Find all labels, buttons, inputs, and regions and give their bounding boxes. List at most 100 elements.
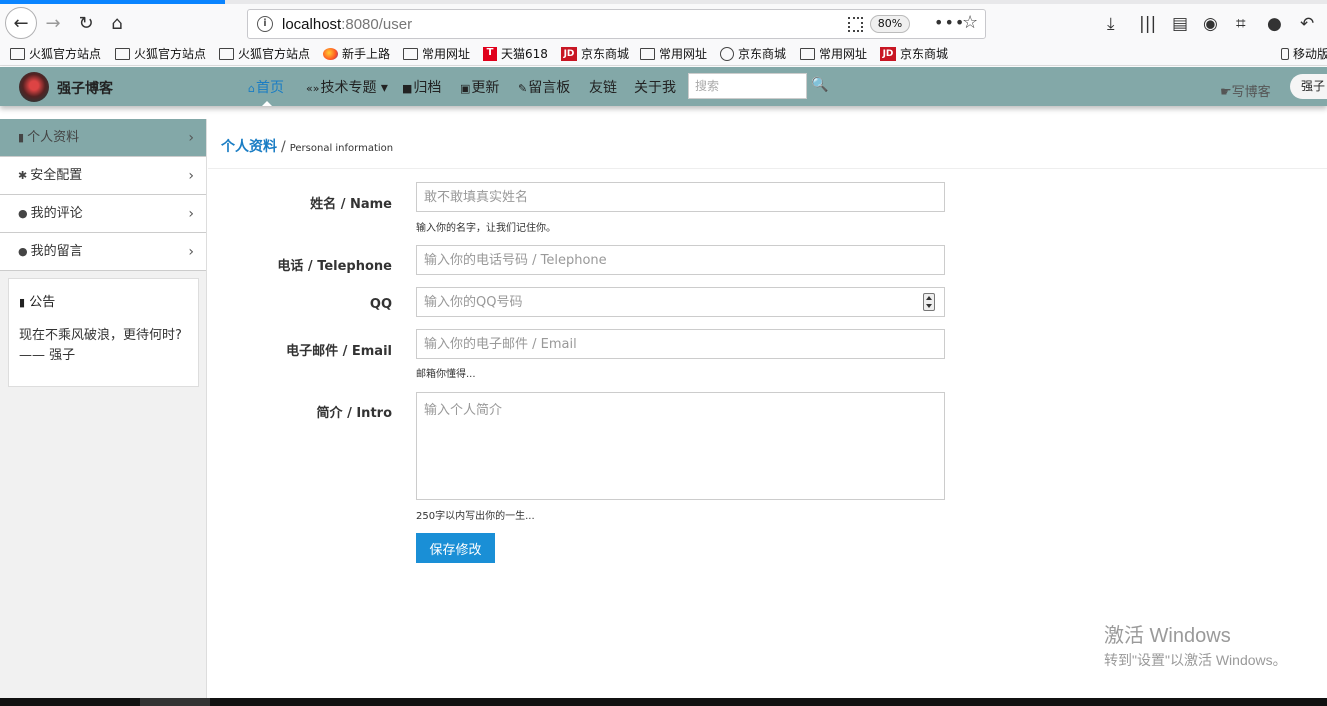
sidebar-item-label: 个人资料 (27, 130, 80, 145)
globe-icon (720, 46, 734, 61)
qr-code-icon[interactable] (848, 17, 863, 32)
tmall-icon: T (483, 46, 497, 61)
nav-item[interactable]: 关于我 (634, 77, 676, 97)
user-menu[interactable]: 强子 (1290, 74, 1327, 99)
bookmark-label: 常用网址 (422, 47, 471, 61)
active-nav-caret (262, 101, 272, 106)
url-text[interactable]: localhost:8080/user (282, 16, 412, 33)
nav-label: 友链 (589, 80, 617, 96)
sidebar-item[interactable]: ▮ 个人资料 › (0, 119, 206, 157)
taskbar-item[interactable] (140, 698, 210, 706)
bookmark-label: 京东商城 (900, 47, 949, 61)
bookmark-item[interactable]: 新手上路 (323, 45, 390, 62)
folder-icon (219, 47, 234, 60)
name-field[interactable] (416, 182, 945, 212)
email-label: 电子邮件 / Email (286, 344, 392, 359)
mobile-bookmarks[interactable]: 移动版 (1281, 45, 1327, 62)
bookmark-item[interactable]: 常用网址 (800, 45, 867, 62)
bookmark-star-icon[interactable]: ☆ (962, 12, 978, 33)
windows-activation-watermark: 激活 Windows 转到"设置"以激活 Windows。 (1104, 619, 1287, 670)
qq-field[interactable] (416, 287, 945, 317)
logo-avatar[interactable] (19, 72, 49, 102)
bookmark-label: 火狐官方站点 (238, 47, 311, 61)
site-logo-text[interactable]: 强子博客 (57, 78, 113, 98)
phone-label: 电话 / Telephone (277, 259, 392, 274)
bookmark-item[interactable]: T 天猫618 (483, 45, 548, 62)
page-actions-icon[interactable]: ••• (934, 13, 965, 32)
breadcrumb-subtitle: Personal information (289, 143, 394, 154)
notice-title: 公告 (29, 295, 56, 310)
phone-icon (1281, 47, 1289, 60)
watermark-line2: 转到"设置"以激活 Windows。 (1104, 652, 1287, 668)
number-stepper[interactable] (923, 293, 935, 311)
nav-item[interactable]: ✎留言板 (518, 77, 570, 97)
sidebar-item[interactable]: ✱ 安全配置 › (0, 157, 206, 195)
nav-item[interactable]: ■归档 (402, 77, 441, 97)
intro-label: 简介 / Intro (316, 406, 392, 421)
name-label: 姓名 / Name (310, 197, 392, 212)
chevron-right-icon: › (188, 244, 194, 260)
comment-icon: ● (18, 207, 28, 220)
sidebar-icon[interactable]: ▤ (1172, 14, 1188, 34)
notice-body: 现在不乘风破浪，更待何时? —— 强子 (19, 328, 182, 363)
jd-icon: JD (880, 46, 896, 61)
bookmark-item[interactable]: 火狐官方站点 (219, 45, 310, 62)
cog-icon: ✱ (18, 169, 28, 182)
bookmark-item[interactable]: 火狐官方站点 (10, 45, 101, 62)
site-header: 强子博客 🔍 ☛写博客 强子 ⌂首页 «»技术专题 ▾ ■归档 ▣更新 ✎留言板 友链 关于… (0, 67, 1327, 106)
nav-label: 留言板 (528, 80, 571, 96)
nav-label: 更新 (471, 80, 500, 96)
nav-item[interactable]: ▣更新 (460, 77, 499, 97)
bookmark-item[interactable]: 常用网址 (403, 45, 470, 62)
pencil-icon: ✎ (518, 82, 528, 95)
nav-item[interactable]: 友链 (589, 77, 617, 97)
nav-item[interactable]: «»技术专题 ▾ (306, 77, 388, 97)
nav-item[interactable]: ⌂首页 (248, 77, 284, 97)
bookmark-item[interactable]: JD 京东商城 (561, 45, 629, 62)
sidebar-item-label: 我的评论 (30, 206, 83, 221)
sidebar-item[interactable]: ● 我的留言 › (0, 233, 206, 271)
chat-icon[interactable]: ● (1267, 14, 1282, 34)
email-field[interactable] (416, 329, 945, 359)
bookmark-item[interactable]: JD 京东商城 (880, 45, 948, 62)
search-input[interactable] (688, 73, 807, 99)
bookmark-item[interactable]: 常用网址 (640, 45, 707, 62)
search-icon[interactable]: 🔍 (811, 77, 828, 93)
forward-arrow-icon[interactable]: → (38, 8, 68, 38)
bookmark-item[interactable]: 京东商城 (720, 45, 786, 62)
address-bar[interactable]: i localhost:8080/user 80% ••• ☆ (247, 9, 986, 39)
home-icon: ⌂ (248, 82, 255, 95)
folder-icon (403, 47, 418, 60)
main-content: 个人资料/Personal information 姓名 / Name 输入你的… (208, 119, 1327, 698)
sidebar-item[interactable]: ● 我的评论 › (0, 195, 206, 233)
code-icon: «» (306, 82, 320, 95)
download-icon[interactable]: ⤓ (1107, 14, 1115, 34)
screenshot-icon[interactable]: ⌗ (1236, 14, 1246, 34)
nav-label: 归档 (413, 80, 442, 96)
library-icon[interactable]: ||| (1139, 14, 1156, 34)
write-blog-link[interactable]: ☛写博客 (1220, 81, 1271, 100)
phone-field[interactable] (416, 245, 945, 275)
account-icon[interactable]: ◉ (1203, 14, 1218, 34)
back-arrow-icon[interactable]: ← (5, 7, 37, 39)
info-icon[interactable]: i (257, 16, 273, 32)
intro-field[interactable] (416, 392, 945, 500)
bookmark-label: 火狐官方站点 (134, 47, 207, 61)
breadcrumb-title[interactable]: 个人资料 (221, 139, 277, 155)
bookmark-icon: ▮ (19, 296, 26, 309)
file-icon: ▮ (18, 131, 25, 144)
bookmark-label: 京东商城 (581, 47, 630, 61)
home-icon[interactable]: ⌂ (102, 8, 132, 38)
reload-icon[interactable]: ↻ (71, 8, 101, 38)
save-button[interactable]: 保存修改 (416, 533, 495, 563)
sidebar: ▮ 个人资料 › ✱ 安全配置 › ● 我的评论 › ● 我的留言 › ▮ 公告 现在不乘风破浪，更待… (0, 119, 207, 698)
undo-icon[interactable]: ↶ (1300, 14, 1314, 34)
chevron-right-icon: › (188, 130, 194, 146)
sidebar-item-label: 安全配置 (30, 168, 83, 183)
bookmark-item[interactable]: 火狐官方站点 (115, 45, 206, 62)
zoom-level[interactable]: 80% (870, 15, 910, 33)
taskbar (0, 698, 1327, 706)
chevron-right-icon: › (188, 206, 194, 222)
nav-label: 关于我 (634, 80, 676, 96)
comments-icon: ● (18, 245, 28, 258)
